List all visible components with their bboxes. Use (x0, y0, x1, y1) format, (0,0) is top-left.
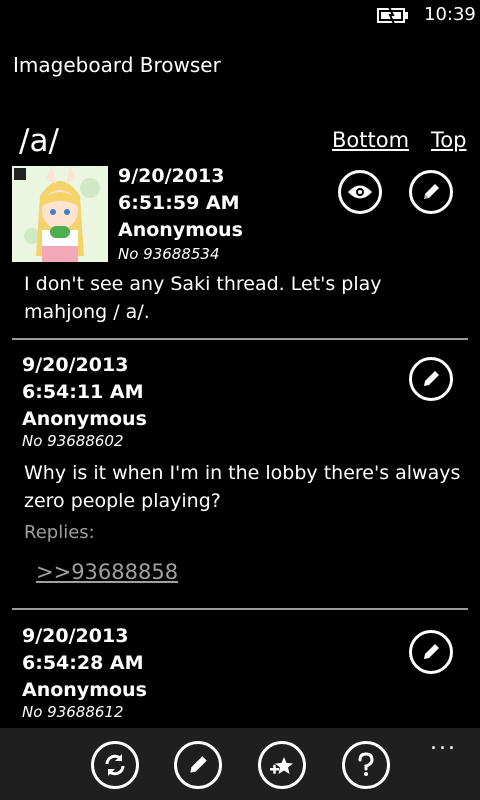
clock: 10:39 (424, 4, 476, 25)
pencil-icon (424, 371, 439, 386)
post-divider (12, 608, 468, 610)
refresh-icon (105, 754, 125, 776)
help-icon (358, 752, 374, 776)
post-date: 9/20/2013 (22, 625, 129, 647)
new-post-button[interactable] (174, 741, 222, 789)
reply-link[interactable]: >>93688858 (36, 560, 178, 584)
post-thumbnail[interactable] (12, 166, 108, 262)
post-date: 9/20/2013 (118, 165, 225, 187)
eye-icon (348, 185, 372, 199)
post-number: No 93688602 (22, 432, 124, 450)
post-text: I don't see any Saki thread. Let's play … (24, 273, 382, 323)
status-bar: 10:39 (0, 0, 480, 32)
thumbnail-image (12, 166, 108, 262)
reply-button[interactable] (409, 630, 453, 674)
post-author: Anonymous (118, 219, 243, 241)
battery-charging-icon (377, 7, 408, 24)
post-time: 6:54:11 AM (22, 381, 144, 403)
post-number: No 93688612 (22, 703, 124, 721)
reply-button[interactable] (409, 357, 453, 401)
reply-button[interactable] (409, 170, 453, 214)
post-divider (12, 338, 468, 340)
help-button[interactable] (342, 741, 390, 789)
replies-label: Replies: (24, 522, 95, 543)
more-options-button[interactable]: ... (430, 730, 457, 755)
app-bar: ... (0, 728, 480, 800)
post-time: 6:51:59 AM (118, 192, 240, 214)
post-date: 9/20/2013 (22, 354, 129, 376)
post-author: Anonymous (22, 679, 147, 701)
post-text: Why is it when I'm in the lobby there's … (24, 462, 461, 512)
add-favorite-button[interactable] (258, 741, 306, 789)
board-name: /a/ (19, 123, 59, 159)
pencil-icon (424, 644, 439, 659)
refresh-button[interactable] (91, 741, 139, 789)
compose-icon (190, 756, 207, 773)
post-author: Anonymous (22, 408, 147, 430)
post-number: No 93688534 (118, 245, 220, 263)
pencil-icon (424, 184, 439, 199)
app-title: Imageboard Browser (13, 53, 221, 77)
add-favorite-icon (270, 757, 293, 774)
jump-top-link[interactable]: Top (431, 128, 466, 152)
jump-bottom-link[interactable]: Bottom (332, 128, 409, 152)
view-image-button[interactable] (338, 170, 382, 214)
post-time: 6:54:28 AM (22, 652, 144, 674)
